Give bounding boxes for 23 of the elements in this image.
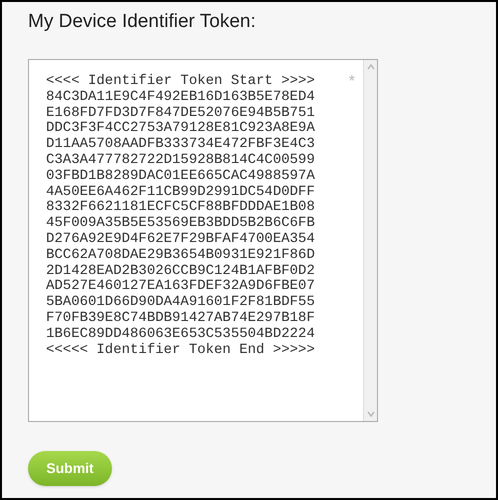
token-line: 84C3DA11E9C4F492EB16D163B5E78ED4 bbox=[46, 90, 315, 106]
token-line: 1B6EC89DD486063E653C535504BD2224 bbox=[46, 326, 315, 342]
required-marker: * bbox=[348, 74, 355, 90]
token-line: E168FD7FD3D7F847DE52076E94B5B751 bbox=[46, 106, 315, 122]
page-heading: My Device Identifier Token: bbox=[28, 10, 256, 34]
token-line: 45F009A35B5E53569EB3BDD5B2B6C6FB bbox=[46, 216, 315, 232]
token-line: D11AA5708AADFB333734E472FBF3E4C3 bbox=[46, 137, 315, 153]
token-line: DDC3F3F4CC2753A79128E81C923A8E9A bbox=[46, 121, 315, 138]
token-line: BCC62A708DAE29B3654B0931E921F86D bbox=[46, 248, 315, 264]
submit-button[interactable]: Submit bbox=[28, 451, 112, 486]
token-field[interactable] bbox=[28, 59, 378, 422]
token-line: 03FBD1B8289DAC01EE665CAC4988597A bbox=[46, 168, 315, 185]
token-line: AD527E460127EA163FDEF32A9D6FBE07 bbox=[46, 279, 315, 296]
token-line: D276A92E9D4F62E7F29BFAF4700EA354 bbox=[46, 232, 315, 248]
token-line: <<<<< Identifier Token End >>>>> bbox=[46, 342, 315, 358]
token-line: 2D1428EAD2B3026CCB9C124B1AFBF0D2 bbox=[46, 264, 315, 280]
token-line: F70FB39E8C74BDB91427AB74E297B18F bbox=[46, 310, 315, 327]
token-line: 4A50EE6A462F11CB99D2991DC54D0DFF bbox=[46, 184, 315, 200]
token-line: C3A3A477782722D15928B814C4C00599 bbox=[46, 152, 315, 169]
token-line: 8332F6621181ECFC5CF88BFDDDAE1B08 bbox=[46, 200, 315, 216]
token-line: <<<< Identifier Token Start >>>> bbox=[46, 74, 315, 90]
scrollbar[interactable] bbox=[363, 60, 377, 421]
token-line: 5BA0601D66D90DA4A91601F2F81BDF55 bbox=[46, 295, 315, 311]
